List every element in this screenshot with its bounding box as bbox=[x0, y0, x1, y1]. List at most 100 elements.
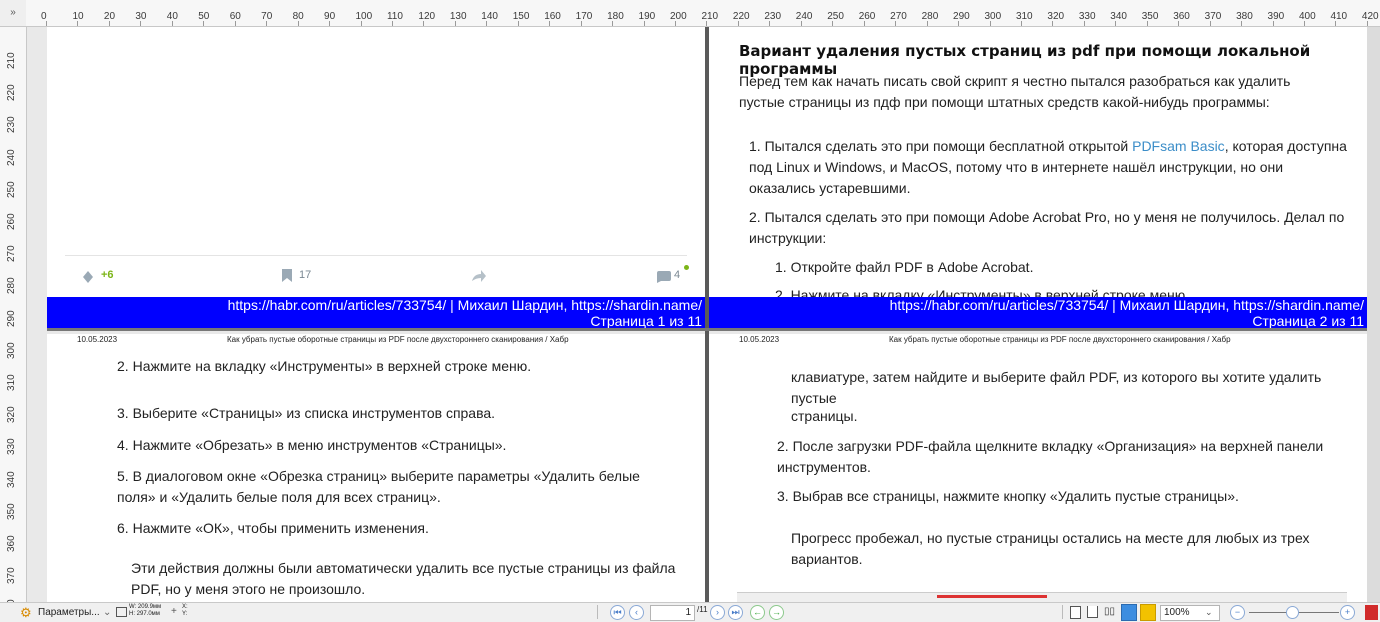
ruler-tick-label: 150 bbox=[512, 11, 530, 22]
ruler-tick-label: 240 bbox=[795, 11, 813, 22]
ruler-tick bbox=[234, 21, 236, 26]
pdfsam-link[interactable]: PDFsam Basic bbox=[1132, 138, 1225, 154]
ruler-tick bbox=[958, 21, 960, 26]
ruler-tick-label: 340 bbox=[6, 470, 17, 488]
zoom-out-button[interactable]: − bbox=[1230, 605, 1245, 620]
cut-line: 2. Нажмите на вкладку «Инструменты» в ве… bbox=[775, 287, 1190, 297]
list-item: 2. После загрузки PDF-файла щелкните вкл… bbox=[777, 438, 1324, 475]
multi-page-icon[interactable] bbox=[1121, 604, 1137, 621]
gear-icon[interactable]: ⚙ bbox=[20, 605, 32, 621]
ruler-tick-label: 280 bbox=[921, 11, 939, 22]
ruler-tick-label: 230 bbox=[6, 116, 17, 134]
ruler-tick bbox=[297, 21, 299, 26]
zoom-slider-thumb[interactable] bbox=[1286, 606, 1299, 619]
ruler-tick bbox=[1146, 21, 1148, 26]
ruler-tick bbox=[1304, 21, 1305, 26]
ruler-tick-label: 240 bbox=[6, 148, 17, 166]
ruler-tick-label: 420 bbox=[1361, 11, 1379, 22]
ruler-tick-label: 300 bbox=[6, 342, 17, 359]
ruler-tick bbox=[360, 21, 362, 26]
note-paragraph: Эти действия должны были автоматически у… bbox=[131, 560, 676, 597]
ruler-tick-label: 390 bbox=[1267, 11, 1285, 22]
single-page-icon[interactable] bbox=[1070, 606, 1081, 619]
next-page-button[interactable]: › bbox=[710, 605, 725, 620]
vertical-scrollbar[interactable] bbox=[1367, 27, 1380, 602]
continuous-page-icon[interactable] bbox=[1087, 606, 1098, 618]
first-page-button[interactable]: ⏮ bbox=[610, 605, 625, 620]
list-item: 4. Нажмите «Обрезать» в меню инструменто… bbox=[117, 437, 507, 453]
ruler-tick-label: 270 bbox=[890, 11, 907, 22]
chevron-down-icon[interactable]: ⌄ bbox=[103, 607, 111, 618]
divider bbox=[65, 255, 687, 256]
zoom-in-button[interactable]: + bbox=[1340, 605, 1355, 620]
print-date: 10.05.2023 bbox=[77, 335, 118, 344]
ruler-tick bbox=[1366, 21, 1368, 26]
page-number-input[interactable]: 1 bbox=[650, 605, 695, 621]
ruler-tick-label: 250 bbox=[6, 181, 17, 198]
page-3: 10.05.2023 Как убрать пустые оборотные с… bbox=[47, 334, 705, 602]
ruler-tick-label: 370 bbox=[6, 567, 17, 585]
print-title: Как убрать пустые оборотные страницы из … bbox=[227, 335, 569, 344]
share-icon[interactable] bbox=[472, 269, 486, 287]
continued-line: страницы. bbox=[791, 408, 858, 424]
ruler-tick-label: 230 bbox=[764, 11, 782, 22]
footer-url: https://habr.com/ru/articles/733754/ | М… bbox=[227, 297, 702, 313]
vertical-ruler: 210 220 230 240 250 260 270 280 290 300 310 320 330 3… bbox=[0, 27, 27, 616]
prev-page-button[interactable]: ‹ bbox=[629, 605, 644, 620]
list-item: 6. Нажмите «ОК», чтобы применить изменен… bbox=[117, 520, 429, 536]
ruler-tick-label: 190 bbox=[638, 11, 656, 22]
ruler-tick bbox=[737, 21, 739, 26]
ruler-tick bbox=[454, 21, 456, 26]
horizontal-ruler: 0 10 20 30 40 50 60 70 80 90 100 110 120 130 140 150 160… bbox=[0, 0, 1380, 27]
ruler-tick-label: 260 bbox=[6, 213, 17, 230]
ruler-tick-label: 140 bbox=[481, 11, 498, 22]
list-item: 2. Нажмите на вкладку «Инструменты» в ве… bbox=[117, 358, 532, 374]
ruler-tick bbox=[549, 21, 551, 26]
ruler-tick-label: 360 bbox=[6, 535, 17, 552]
forward-button[interactable]: → bbox=[769, 605, 784, 620]
ruler-tick bbox=[203, 21, 205, 26]
vote-icon[interactable] bbox=[83, 270, 93, 288]
comments-icon[interactable] bbox=[657, 270, 671, 288]
continued-line: клавиатуре, затем найдите и выберите фай… bbox=[791, 369, 1322, 406]
last-page-button[interactable]: ⏭ bbox=[728, 605, 743, 620]
screenshot-red-bar bbox=[937, 595, 1047, 598]
ruler-tick-label: 210 bbox=[6, 52, 17, 69]
chevron-down-icon[interactable]: ⌄ bbox=[1205, 607, 1213, 618]
page-4: 10.05.2023 Как убрать пустые оборотные с… bbox=[709, 334, 1367, 602]
two-page-icon[interactable]: ▯▯ bbox=[1104, 606, 1115, 617]
list-item: 5. В диалоговом окне «Обрезка страниц» в… bbox=[117, 468, 640, 505]
vote-count: +6 bbox=[101, 269, 114, 281]
ruler-tick bbox=[46, 21, 47, 26]
app-logo-icon bbox=[1365, 605, 1378, 620]
ruler-tick-label: 410 bbox=[1330, 11, 1348, 22]
params-button[interactable]: Параметры... bbox=[38, 607, 100, 618]
position-readout: X: Y: bbox=[182, 604, 188, 617]
ruler-corner[interactable]: » bbox=[0, 0, 26, 26]
intro-paragraph: Перед тем как начать писать свой скрипт … bbox=[739, 73, 1291, 110]
ruler-tick bbox=[423, 21, 425, 26]
bookmark-icon[interactable] bbox=[282, 269, 292, 287]
footer-page-number: Страница 1 из 11 bbox=[590, 313, 702, 329]
ruler-tick-label: 330 bbox=[1078, 11, 1096, 22]
position-icon: + bbox=[171, 606, 177, 617]
ruler-tick bbox=[1115, 21, 1117, 26]
list-item: 3. Выберите «Страницы» из списка инструм… bbox=[117, 405, 496, 421]
back-button[interactable]: ← bbox=[750, 605, 765, 620]
ruler-tick-label: 160 bbox=[544, 11, 561, 22]
ruler-tick-label: 120 bbox=[418, 11, 436, 22]
ruler-tick-label: 300 bbox=[984, 11, 1002, 22]
ruler-tick-label: 130 bbox=[449, 11, 467, 22]
ruler-tick-label: 320 bbox=[6, 406, 17, 424]
ruler-tick-label: 370 bbox=[1204, 11, 1222, 22]
ruler-tick bbox=[140, 21, 142, 26]
note-paragraph: Прогресс пробежал, но пустые страницы ос… bbox=[791, 530, 1310, 567]
size-icon bbox=[116, 607, 127, 617]
ruler-tick-label: 330 bbox=[6, 438, 17, 456]
ruler-tick-label: 350 bbox=[1141, 11, 1159, 22]
ruler-tick bbox=[1020, 21, 1022, 26]
page-1: +6 17 4 bbox=[47, 27, 705, 297]
ruler-tick-label: 310 bbox=[6, 374, 17, 391]
book-view-icon[interactable] bbox=[1140, 604, 1156, 621]
comments-count: 4 bbox=[674, 269, 681, 281]
